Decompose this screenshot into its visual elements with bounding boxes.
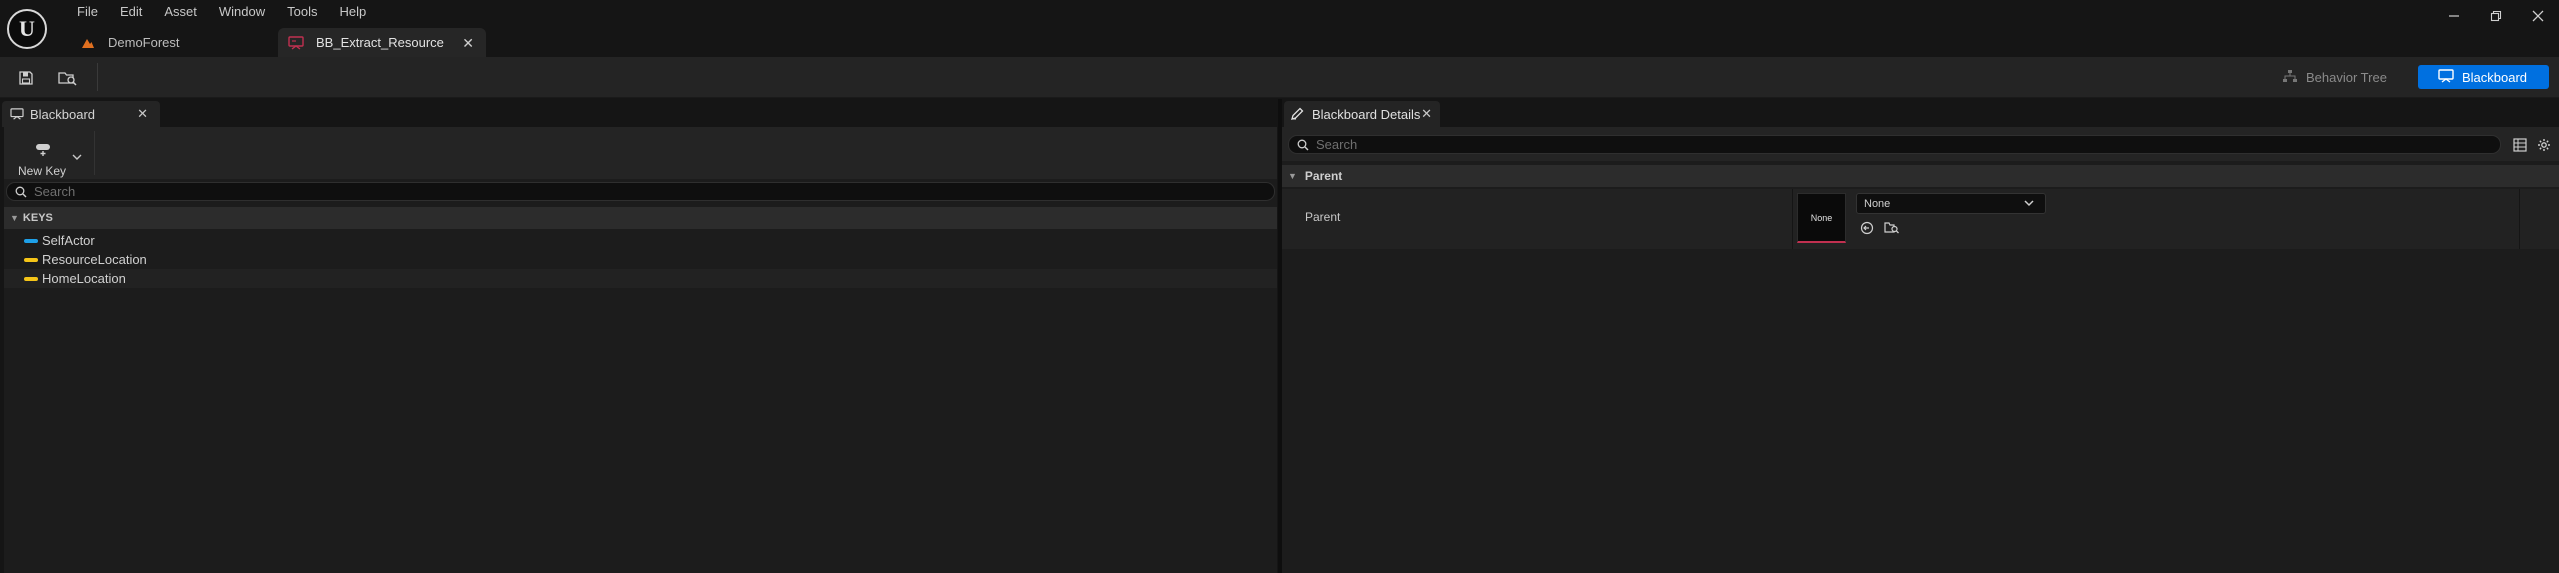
right-panel-tabbar: Blackboard Details ✕ — [1282, 99, 2559, 127]
search-icon — [1297, 139, 1309, 151]
tab-label: DemoForest — [108, 35, 180, 50]
parent-asset-combo[interactable]: None — [1856, 193, 2046, 214]
keys-search-box[interactable] — [6, 182, 1275, 201]
tab-label: Blackboard Details — [1312, 106, 1421, 122]
use-selected-icon[interactable] — [1858, 220, 1876, 236]
close-window-icon[interactable] — [2517, 0, 2559, 32]
settings-gear-icon[interactable] — [2535, 136, 2553, 154]
collapse-triangle-icon[interactable]: ▼ — [10, 213, 19, 223]
column-divider — [2519, 189, 2520, 249]
property-name: Parent — [1305, 210, 1341, 224]
key-name: SelfActor — [42, 233, 95, 248]
search-input[interactable] — [1316, 137, 2466, 152]
left-panel-tabbar: Blackboard ✕ — [0, 99, 1280, 127]
close-icon[interactable]: ✕ — [1421, 106, 1432, 122]
asset-thumbnail[interactable]: None — [1797, 193, 1846, 243]
unreal-logo-icon[interactable]: U — [7, 9, 47, 49]
window-controls — [2433, 0, 2559, 32]
category-label: Parent — [1304, 169, 1343, 183]
details-search-row — [1282, 127, 2559, 161]
menu-bar: File Edit Asset Window Tools Help — [66, 2, 377, 22]
menu-edit[interactable]: Edit — [109, 2, 153, 22]
behavior-tree-label: Behavior Tree — [2306, 69, 2387, 85]
search-input[interactable] — [34, 184, 1234, 199]
tab-blackboard[interactable]: Blackboard ✕ — [2, 101, 160, 127]
column-divider[interactable] — [1792, 189, 1793, 249]
parent-property-row: Parent None None — [1282, 189, 2559, 249]
key-row-resourcelocation[interactable]: ResourceLocation — [4, 250, 1277, 269]
restore-icon[interactable] — [2475, 0, 2517, 32]
separator — [94, 131, 95, 175]
tab-demoforest[interactable]: DemoForest — [70, 28, 278, 57]
menu-tools[interactable]: Tools — [276, 2, 328, 22]
blackboard-mode-label: Blackboard — [2462, 69, 2528, 85]
new-key-icon — [34, 143, 54, 160]
object-key-type-icon — [24, 238, 38, 243]
toolbar-separator — [97, 63, 98, 91]
menu-file[interactable]: File — [66, 2, 109, 22]
menu-asset[interactable]: Asset — [153, 2, 208, 22]
document-tabs: DemoForest BB_Extract_Resource ✕ — [70, 28, 486, 57]
details-search-box[interactable] — [1288, 135, 2501, 154]
behavior-tree-icon — [2282, 69, 2298, 86]
collapse-triangle-icon[interactable]: ▼ — [1288, 171, 1297, 181]
vector-key-type-icon — [24, 257, 38, 262]
menu-window[interactable]: Window — [208, 2, 276, 22]
new-key-label: New Key — [18, 164, 67, 178]
thumbnail-text: None — [1810, 212, 1833, 223]
blackboard-panel: New Key ▼ KEYS SelfActor ResourceLocatio… — [4, 127, 1277, 573]
keys-section-label: KEYS — [22, 212, 53, 224]
editor-toolbar: Behavior Tree Blackboard — [0, 57, 2559, 98]
blackboard-icon — [2438, 68, 2454, 86]
behavior-tree-mode-button[interactable]: Behavior Tree — [2278, 65, 2416, 89]
tab-label: Blackboard — [30, 106, 96, 122]
parent-category-header[interactable]: ▼ Parent — [1282, 165, 2559, 187]
key-name: HomeLocation — [42, 271, 126, 286]
table-view-icon[interactable] — [2511, 136, 2529, 154]
key-name: ResourceLocation — [42, 252, 147, 267]
new-key-button[interactable]: New Key — [8, 133, 92, 178]
browse-to-asset-icon[interactable] — [1883, 220, 1901, 236]
close-icon[interactable]: ✕ — [137, 106, 148, 122]
details-pencil-icon — [1290, 107, 1304, 121]
blackboard-details-panel: ▼ Parent Parent None None — [1282, 127, 2559, 573]
new-key-toolbar: New Key — [4, 127, 1277, 179]
key-row-homelocation[interactable]: HomeLocation — [4, 269, 1277, 288]
blackboard-mode-button[interactable]: Blackboard — [2418, 65, 2549, 89]
vector-key-type-icon — [24, 276, 38, 281]
close-icon[interactable]: ✕ — [462, 35, 474, 52]
level-icon — [80, 35, 96, 51]
keys-section-header[interactable]: ▼ KEYS — [4, 207, 1277, 229]
blackboard-asset-icon — [288, 35, 304, 51]
browse-content-icon[interactable] — [58, 68, 78, 88]
title-bar: U File Edit Asset Window Tools Help Demo… — [0, 0, 2559, 57]
chevron-down-icon[interactable] — [72, 153, 82, 164]
tab-bb-extract-resource[interactable]: BB_Extract_Resource ✕ — [278, 28, 486, 57]
blackboard-panel-icon — [10, 108, 24, 120]
chevron-down-icon — [2023, 197, 2035, 212]
search-icon — [15, 186, 27, 198]
combo-value: None — [1864, 197, 1891, 210]
menu-help[interactable]: Help — [328, 2, 377, 22]
minimize-icon[interactable] — [2433, 0, 2475, 32]
save-icon[interactable] — [16, 68, 36, 88]
tab-blackboard-details[interactable]: Blackboard Details ✕ — [1284, 101, 1440, 127]
key-row-selfactor[interactable]: SelfActor — [4, 231, 1277, 250]
tab-label: BB_Extract_Resource — [316, 35, 444, 50]
